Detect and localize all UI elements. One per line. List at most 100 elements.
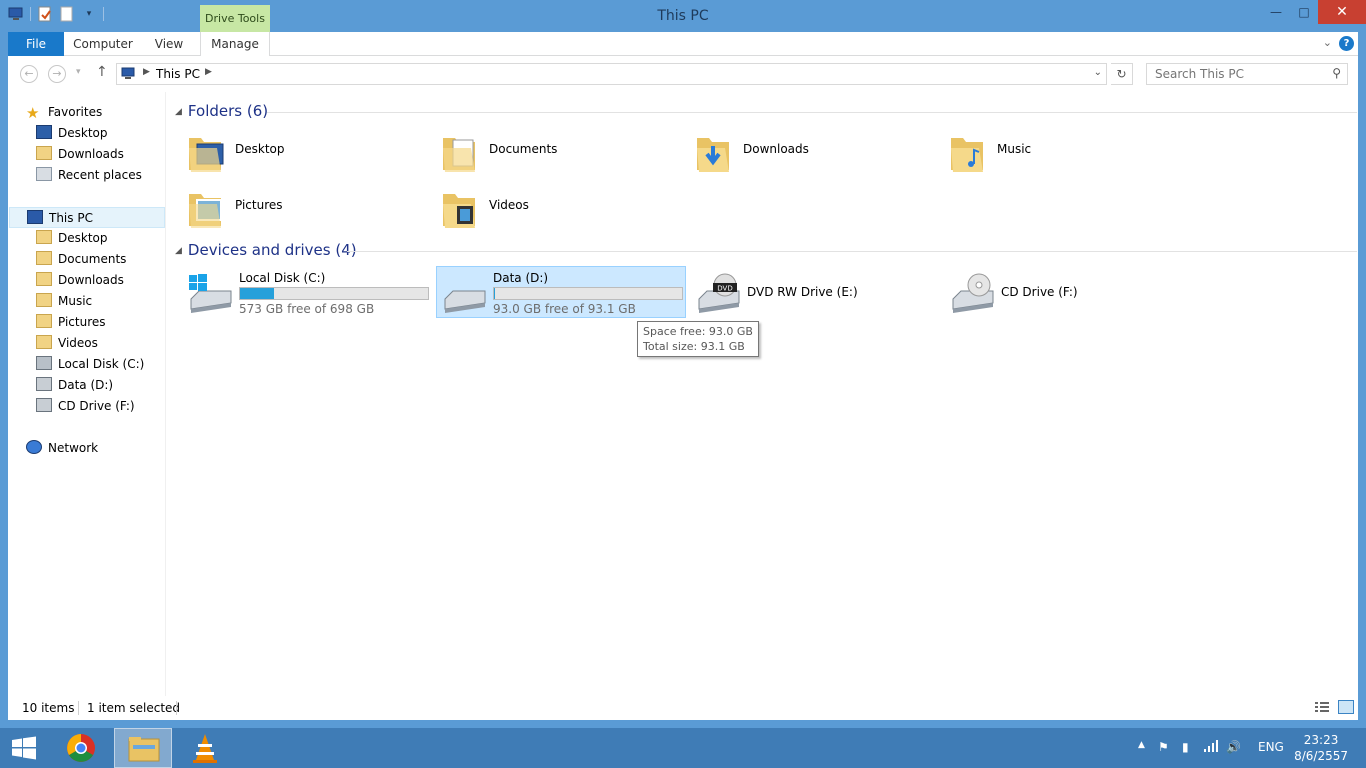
breadcrumb-chevron-icon[interactable]: ▶ [143,67,150,77]
nav-pictures[interactable]: Pictures [36,312,106,333]
minimize-button[interactable]: — [1262,0,1290,24]
breadcrumb-this-pc[interactable]: This PC [156,67,200,81]
details-view-icon[interactable] [1314,700,1330,714]
tab-computer[interactable]: Computer [70,32,136,56]
capacity-bar-fill [494,288,495,299]
tab-file[interactable]: File [8,32,64,56]
status-bar: 10 items 1 item selected [8,696,1358,720]
folder-tile-pictures[interactable]: Pictures [183,182,433,234]
downloads-folder-icon [36,146,52,160]
downloads-folder-icon [697,138,729,172]
taskbar-chrome[interactable] [52,728,110,768]
folders-group-header[interactable]: ◢ Folders (6) [175,102,1357,122]
downloads-folder-icon [36,272,52,286]
nav-local-disk-c[interactable]: Local Disk (C:) [36,354,144,375]
system-tray: ▲ ⚑ ▮ 🔊 ENG 23:23 8/6/2557 [1126,728,1366,768]
nav-music[interactable]: Music [36,291,92,312]
drive-tile-cd-f[interactable]: CD Drive (F:) [945,267,1195,319]
desktop-folder-icon [189,138,224,172]
nav-cd-drive-f[interactable]: CD Drive (F:) [36,396,135,417]
maximize-button[interactable]: □ [1290,0,1318,24]
nav-data-d[interactable]: Data (D:) [36,375,113,396]
window-title: This PC [657,8,709,24]
drive-icon [444,290,486,313]
item-count: 10 items [22,701,75,715]
folder-tile-desktop[interactable]: Desktop [183,126,433,178]
volume-icon[interactable]: 🔊 [1226,740,1241,754]
drive-tile-data-d[interactable]: Data (D:) 93.0 GB free of 93.1 GB [436,266,686,318]
up-button[interactable]: ↑ [96,64,108,80]
nav-videos[interactable]: Videos [36,333,98,354]
collapse-ribbon-icon[interactable]: ⌄ [1323,36,1332,49]
help-icon[interactable]: ? [1339,36,1354,51]
pictures-folder-icon [36,314,52,328]
tab-view[interactable]: View [144,32,194,56]
title-bar[interactable]: ▾ Drive Tools This PC — □ ✕ [0,0,1366,32]
input-language[interactable]: ENG [1258,740,1284,754]
drive-tile-dvd-rw-e[interactable]: DVD DVD RW Drive (E:) [691,267,941,319]
close-button[interactable]: ✕ [1318,0,1366,24]
nav-desktop[interactable]: Desktop [36,228,108,249]
nav-favorites-desktop[interactable]: Desktop [36,123,108,144]
capacity-bar-fill [240,288,274,299]
windows-drive-icon [189,274,232,313]
chrome-icon [67,734,95,762]
selection-count: 1 item selected [87,701,181,715]
recent-locations-icon[interactable]: ▾ [76,67,81,77]
nav-downloads[interactable]: Downloads [36,270,124,291]
desktop-icon [36,125,52,139]
collapse-triangle-icon[interactable]: ◢ [175,246,182,256]
folder-tile-music[interactable]: Music [945,126,1195,178]
windows-start-icon[interactable] [10,736,38,760]
collapse-triangle-icon[interactable]: ◢ [175,107,182,117]
drive-tile-local-disk-c[interactable]: Local Disk (C:) 573 GB free of 698 GB [183,267,433,319]
this-pc-icon [121,67,137,81]
power-icon[interactable]: ▮ [1182,740,1189,754]
nav-recent-places[interactable]: Recent places [36,165,142,186]
forward-button[interactable]: → [48,65,66,83]
search-input[interactable] [1147,64,1317,84]
nav-network[interactable]: Network [26,438,98,459]
address-bar[interactable]: ▶ This PC ▶ ⌄ [116,63,1107,85]
taskbar-file-explorer[interactable] [114,728,172,768]
tab-manage[interactable]: Manage [200,32,270,56]
nav-documents[interactable]: Documents [36,249,126,270]
taskbar: ▲ ⚑ ▮ 🔊 ENG 23:23 8/6/2557 [0,728,1366,768]
recent-places-icon [36,167,52,181]
search-box[interactable]: ⚲ [1146,63,1348,85]
back-button[interactable]: ← [20,65,38,83]
svg-text:DVD: DVD [717,285,732,293]
taskbar-vlc[interactable] [176,728,234,768]
breadcrumb-chevron-icon[interactable]: ▶ [205,67,212,77]
large-icons-view-icon[interactable] [1338,700,1354,714]
capacity-bar [493,287,683,300]
address-dropdown-icon[interactable]: ⌄ [1094,67,1102,78]
search-icon[interactable]: ⚲ [1332,66,1341,80]
address-row: ← → ▾ ↑ ▶ This PC ▶ ⌄ ↻ ⚲ [8,56,1358,92]
show-hidden-icons-icon[interactable]: ▲ [1138,740,1145,750]
documents-folder-icon [36,251,52,265]
this-pc-icon [27,210,43,224]
navigation-pane: ★ Favorites Desktop Downloads Recent plac… [8,92,166,696]
file-explorer-icon [128,737,160,762]
music-folder-icon [951,138,983,172]
videos-folder-icon [36,335,52,349]
folder-tile-videos[interactable]: Videos [437,182,687,234]
content-pane: ◢ Folders (6) Desktop Documents Downloads… [167,92,1358,696]
nav-favorites[interactable]: ★ Favorites [26,102,102,123]
ribbon: File Computer View Manage ⌄ ? [8,32,1358,56]
action-center-flag-icon[interactable]: ⚑ [1158,740,1169,754]
cd-drive-icon [952,273,994,313]
folder-tile-documents[interactable]: Documents [437,126,687,178]
network-signal-icon[interactable] [1204,740,1218,755]
nav-favorites-downloads[interactable]: Downloads [36,144,124,165]
documents-folder-icon [443,138,475,172]
windows-drive-icon [36,356,52,370]
drive-tooltip: Space free: 93.0 GB Total size: 93.1 GB [637,321,759,357]
nav-this-pc[interactable]: This PC [9,207,165,228]
refresh-button[interactable]: ↻ [1111,63,1133,85]
desktop-folder-icon [36,230,52,244]
drives-group-header[interactable]: ◢ Devices and drives (4) [175,241,1357,261]
clock[interactable]: 23:23 8/6/2557 [1294,732,1348,764]
folder-tile-downloads[interactable]: Downloads [691,126,941,178]
